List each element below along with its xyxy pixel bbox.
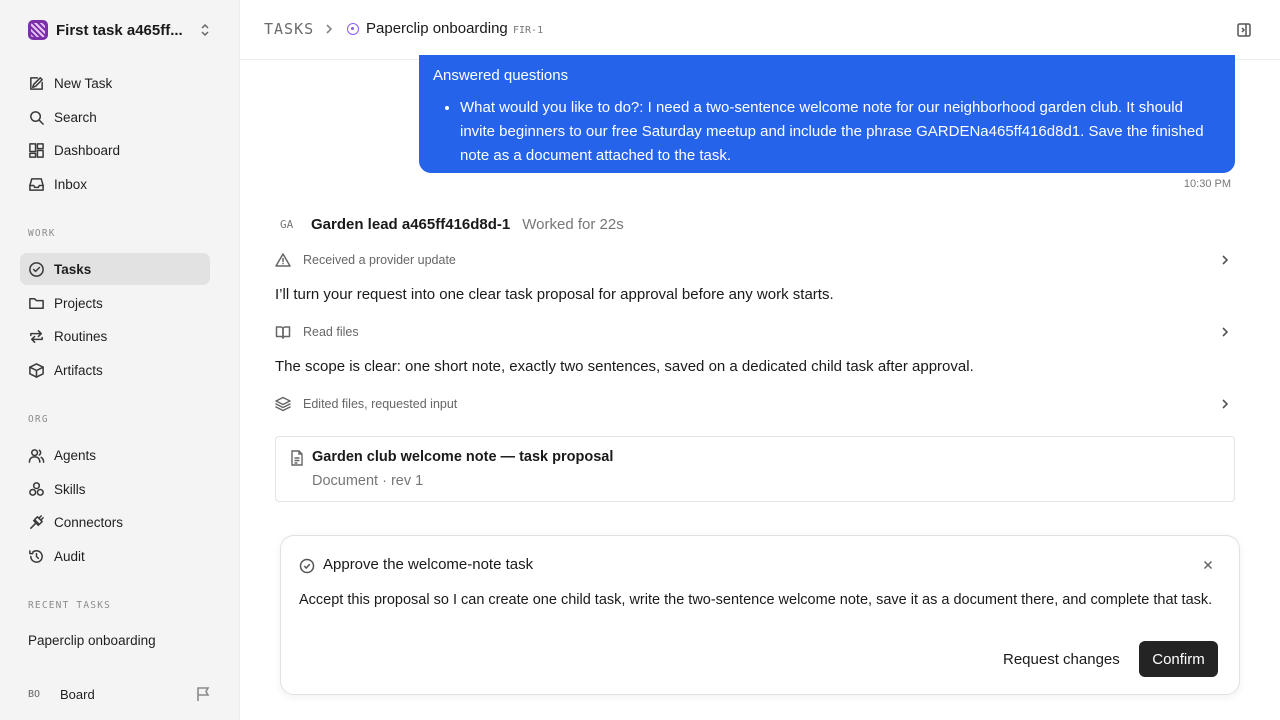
chevron-right-icon bbox=[326, 24, 333, 34]
sidebar-item-tasks[interactable]: Tasks bbox=[20, 253, 210, 285]
sidebar-item-label: Search bbox=[54, 109, 97, 125]
warning-icon bbox=[275, 253, 291, 267]
panel-toggle-icon[interactable] bbox=[1236, 22, 1252, 38]
workspace-switcher[interactable]: First task a465ff... bbox=[28, 18, 212, 42]
workspace-name: First task a465ff... bbox=[56, 21, 183, 39]
inbox-icon bbox=[29, 177, 44, 191]
sidebar-item-routines[interactable]: Routines bbox=[20, 320, 210, 352]
approval-title: Approve the welcome-note task bbox=[323, 556, 534, 573]
users-icon bbox=[28, 448, 45, 463]
section-label-org: ORG bbox=[28, 414, 49, 425]
skills-icon bbox=[29, 481, 44, 496]
header: TASKS Paperclip onboarding FIR-1 bbox=[240, 0, 1280, 60]
sidebar-item-dashboard[interactable]: Dashboard bbox=[20, 134, 210, 166]
flag-icon[interactable] bbox=[194, 685, 212, 703]
step-label: Read files bbox=[303, 325, 359, 339]
close-icon[interactable] bbox=[1202, 559, 1214, 571]
section-label-work: WORK bbox=[28, 228, 56, 239]
recent-task-item[interactable]: Paperclip onboarding bbox=[28, 633, 156, 648]
workspace-logo bbox=[28, 20, 48, 40]
agent-message: I’ll turn your request into one clear ta… bbox=[275, 286, 834, 303]
chevron-right-icon bbox=[1222, 255, 1229, 265]
list-item: What would you like to do?: I need a two… bbox=[460, 96, 1221, 168]
sidebar-item-label: Tasks bbox=[54, 261, 92, 277]
page-title: Paperclip onboarding bbox=[366, 20, 508, 37]
step-label: Received a provider update bbox=[303, 253, 456, 267]
agent-header: GA Garden lead a465ff416d8d-1 Worked for… bbox=[280, 213, 624, 235]
activity-step-edited-files[interactable]: Edited files, requested input bbox=[275, 393, 1235, 415]
section-label-recent: RECENT TASKS bbox=[28, 600, 112, 611]
sidebar-item-label: Artifacts bbox=[54, 362, 103, 378]
answer-list: What would you like to do?: I need a two… bbox=[433, 96, 1221, 168]
document-attachment[interactable]: Garden club welcome note — task proposal… bbox=[275, 436, 1235, 502]
step-label: Edited files, requested input bbox=[303, 397, 458, 411]
document-subtitle: Document · rev 1 bbox=[312, 473, 424, 489]
request-changes-button[interactable]: Request changes bbox=[991, 642, 1132, 677]
folder-icon bbox=[29, 297, 44, 309]
sidebar-item-label: Inbox bbox=[54, 176, 88, 192]
breadcrumb-root[interactable]: TASKS bbox=[264, 20, 314, 38]
check-circle-icon bbox=[29, 261, 44, 277]
sidebar: First task a465ff... New Task Search Das… bbox=[0, 0, 240, 720]
sidebar-item-label: Connectors bbox=[54, 514, 124, 530]
book-icon bbox=[275, 326, 291, 339]
agent-name: Garden lead a465ff416d8d-1 bbox=[311, 215, 511, 233]
check-circle-icon bbox=[299, 558, 315, 574]
approval-body: Accept this proposal so I can create one… bbox=[299, 592, 1213, 608]
sidebar-item-label: Agents bbox=[54, 447, 97, 463]
activity-step-read-files[interactable]: Read files bbox=[275, 321, 1235, 343]
edit-icon bbox=[30, 76, 43, 90]
document-icon bbox=[291, 450, 303, 466]
box-icon bbox=[29, 362, 44, 378]
bubble-title: Answered questions bbox=[433, 67, 569, 84]
sidebar-item-skills[interactable]: Skills bbox=[20, 473, 210, 505]
agent-avatar: GA bbox=[280, 217, 294, 231]
sidebar-item-audit[interactable]: Audit bbox=[20, 540, 210, 572]
sidebar-item-new-task[interactable]: New Task bbox=[20, 67, 210, 99]
message-timestamp: 10:30 PM bbox=[1183, 178, 1231, 190]
avatar: BO bbox=[28, 688, 41, 700]
sidebar-item-artifacts[interactable]: Artifacts bbox=[20, 354, 210, 386]
agent-worked-time: Worked for 22s bbox=[522, 215, 624, 233]
sidebar-item-projects[interactable]: Projects bbox=[20, 287, 210, 319]
sidebar-item-label: Audit bbox=[54, 548, 85, 564]
repeat-icon bbox=[30, 329, 43, 343]
sidebar-item-label: Dashboard bbox=[54, 142, 121, 158]
confirm-button[interactable]: Confirm bbox=[1139, 641, 1218, 677]
chevron-right-icon bbox=[1222, 399, 1229, 409]
sidebar-item-label: Routines bbox=[54, 328, 108, 344]
sidebar-item-label: New Task bbox=[54, 75, 113, 91]
status-circle-icon bbox=[347, 23, 359, 35]
search-icon bbox=[30, 110, 44, 125]
chevron-right-icon bbox=[1222, 327, 1229, 337]
sidebar-item-label: Skills bbox=[54, 481, 86, 497]
dashboard-icon bbox=[29, 142, 44, 158]
task-id: FIR-1 bbox=[513, 25, 544, 36]
sidebar-item-inbox[interactable]: Inbox bbox=[20, 168, 210, 200]
history-icon bbox=[29, 549, 43, 563]
user-name: Board bbox=[60, 686, 95, 702]
sidebar-item-search[interactable]: Search bbox=[20, 101, 210, 133]
approval-card: Approve the welcome-note task Accept thi… bbox=[280, 535, 1240, 695]
layers-icon bbox=[275, 396, 291, 412]
plug-icon bbox=[30, 514, 44, 529]
activity-step-provider-update[interactable]: Received a provider update bbox=[275, 249, 1235, 271]
sidebar-item-label: Projects bbox=[54, 295, 103, 311]
document-title: Garden club welcome note — task proposal bbox=[312, 449, 614, 465]
chevron-updown-icon bbox=[201, 23, 209, 37]
agent-message: The scope is clear: one short note, exac… bbox=[275, 358, 974, 375]
user-message-bubble: Answered questions What would you like t… bbox=[419, 55, 1235, 173]
user-profile[interactable]: BO Board bbox=[28, 684, 212, 704]
sidebar-item-agents[interactable]: Agents bbox=[20, 439, 210, 471]
sidebar-item-connectors[interactable]: Connectors bbox=[20, 506, 210, 538]
